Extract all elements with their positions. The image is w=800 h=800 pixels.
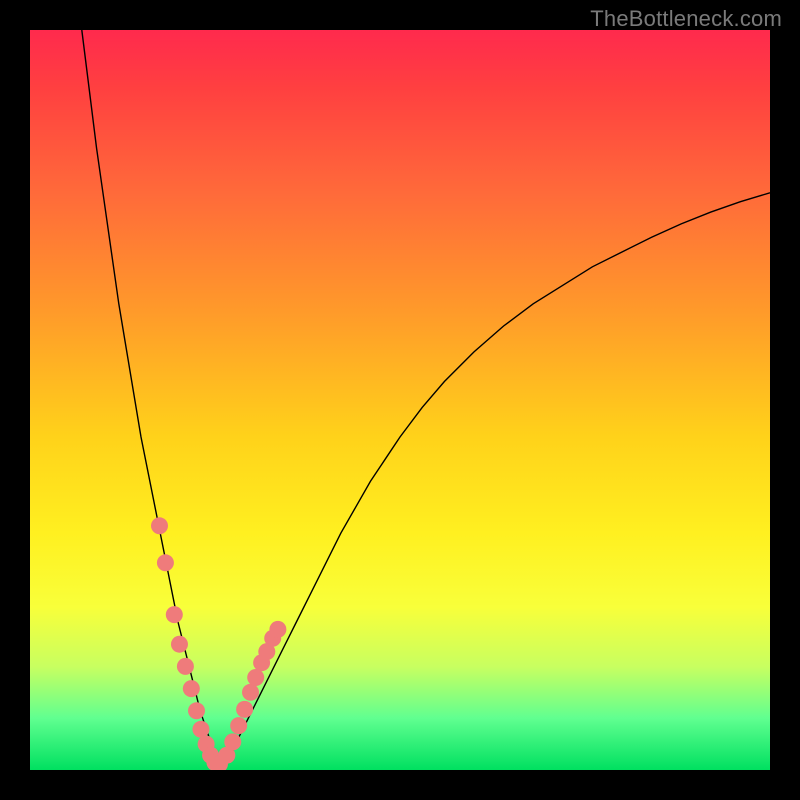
sample-dot xyxy=(166,606,183,623)
sample-dot xyxy=(177,658,194,675)
sample-dot xyxy=(192,721,209,738)
sample-dot xyxy=(157,554,174,571)
sample-dot xyxy=(247,669,264,686)
sample-dot xyxy=(242,684,259,701)
sample-dot xyxy=(269,621,286,638)
watermark-text: TheBottleneck.com xyxy=(590,6,782,32)
benchmark-samples-group xyxy=(151,517,286,770)
sample-dot xyxy=(151,517,168,534)
sample-dot xyxy=(236,701,253,718)
bottleneck-curve-line xyxy=(82,30,770,766)
sample-dot xyxy=(183,680,200,697)
sample-dot xyxy=(230,717,247,734)
chart-plot-area xyxy=(30,30,770,770)
sample-dot xyxy=(224,733,241,750)
sample-dot xyxy=(171,636,188,653)
chart-svg xyxy=(30,30,770,770)
sample-dot xyxy=(188,702,205,719)
